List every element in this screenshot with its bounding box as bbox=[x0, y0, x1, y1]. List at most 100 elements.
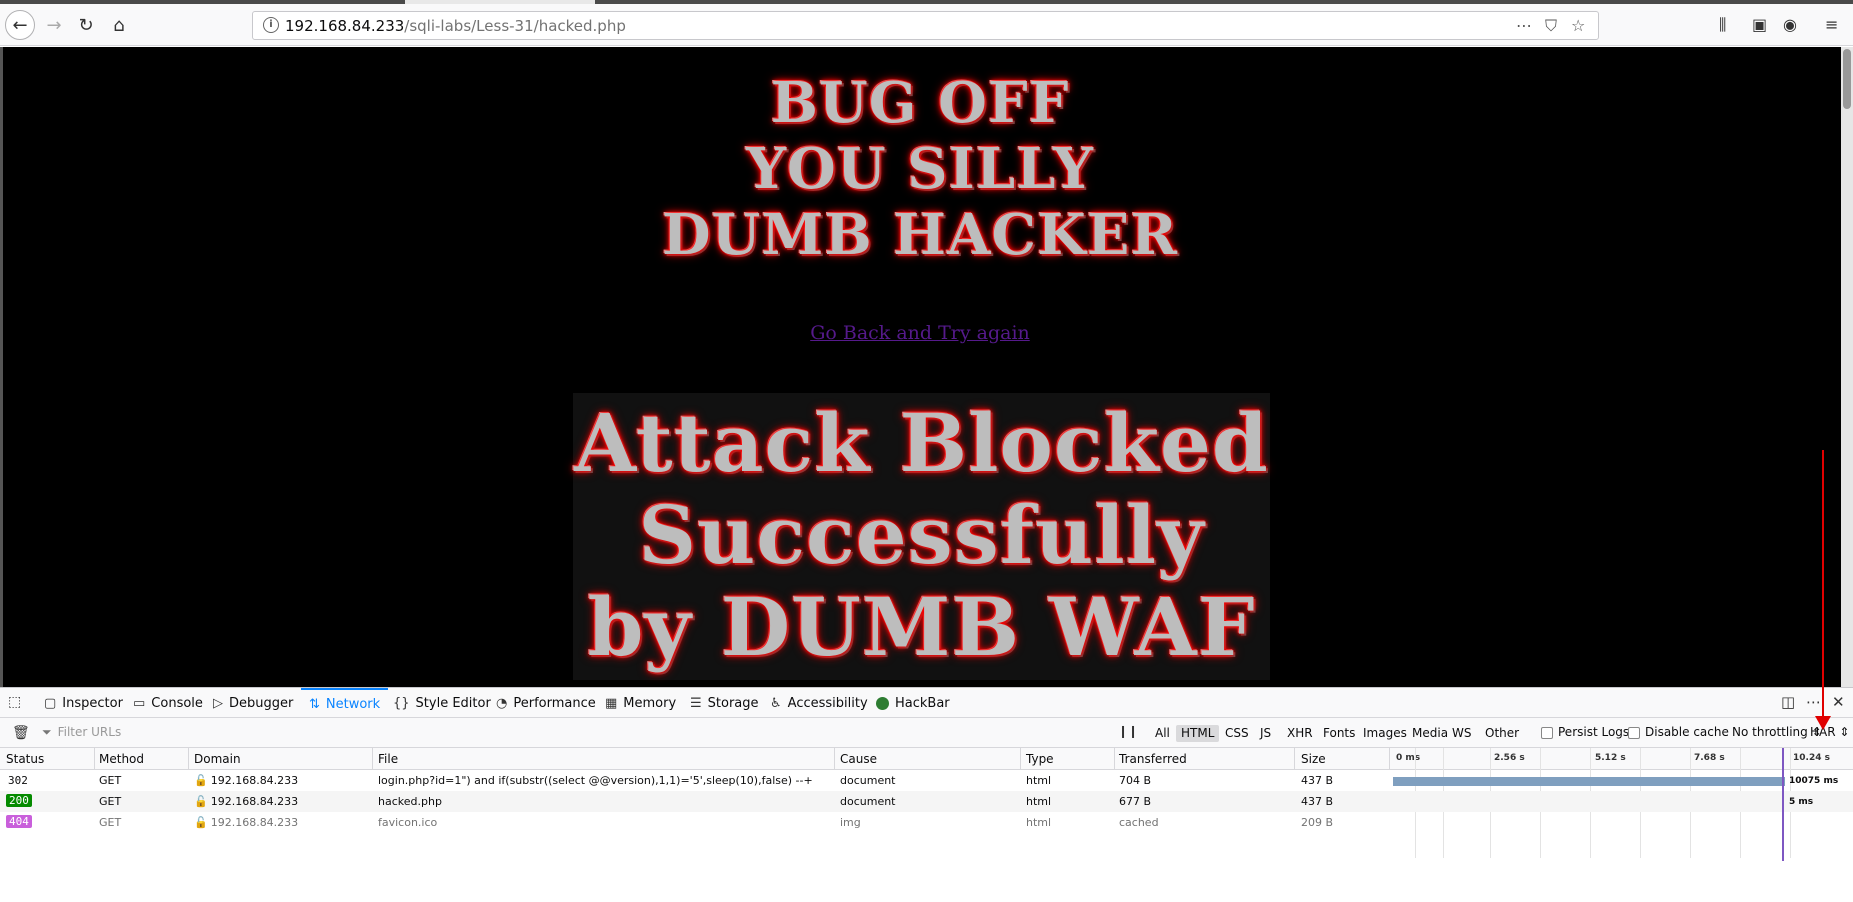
throttling-value: No throttling bbox=[1732, 725, 1808, 739]
url-path: /sqli-labs/Less-31/hacked.php bbox=[404, 17, 626, 35]
tab-console[interactable]: ▭ Console bbox=[133, 688, 203, 718]
col-transferred[interactable]: Transferred bbox=[1119, 752, 1187, 766]
status-code: 302 bbox=[8, 774, 28, 787]
account-icon[interactable]: ◉ bbox=[1783, 15, 1797, 34]
pocket-icon[interactable]: ⛉ bbox=[1545, 16, 1557, 36]
bug-off-banner: BUG OFF YOU SILLY DUMB HACKER bbox=[600, 70, 1240, 268]
filter-css[interactable]: CSS bbox=[1220, 725, 1254, 742]
column-divider[interactable] bbox=[94, 748, 95, 770]
column-divider[interactable] bbox=[372, 748, 373, 770]
forward-button[interactable]: → bbox=[40, 11, 68, 39]
method-cell: GET bbox=[99, 774, 122, 787]
col-file[interactable]: File bbox=[378, 752, 398, 766]
waterfall-time: 10075 ms bbox=[1789, 776, 1839, 786]
filter-other[interactable]: Other bbox=[1480, 725, 1524, 742]
page-actions-icon[interactable]: ⋯ bbox=[1516, 16, 1532, 35]
file-cell: favicon.ico bbox=[378, 816, 438, 829]
url-text[interactable]: 192.168.84.233/sqli-labs/Less-31/hacked.… bbox=[285, 17, 626, 35]
close-devtools-icon[interactable]: ✕ bbox=[1832, 693, 1845, 711]
tab-style-editor[interactable]: {} Style Editor bbox=[393, 688, 491, 718]
scrollbar-thumb[interactable] bbox=[1843, 49, 1851, 109]
pause-icon[interactable]: ❙❙ bbox=[1118, 724, 1138, 738]
column-divider[interactable] bbox=[834, 748, 835, 770]
domain-cell: 🔓 192.168.84.233 bbox=[194, 795, 298, 808]
devtools-panel: ⬚ ▢ Inspector ▭ Console ▷ Debugger ⇅ Network… bbox=[0, 687, 1853, 902]
col-type[interactable]: Type bbox=[1026, 752, 1054, 766]
tab-performance[interactable]: ◔ Performance bbox=[496, 688, 596, 718]
debugger-icon: ▷ bbox=[213, 695, 223, 711]
filter-urls-input[interactable]: ⏷ Filter URLs bbox=[42, 725, 121, 740]
col-cause[interactable]: Cause bbox=[840, 752, 877, 766]
domain-text: 192.168.84.233 bbox=[210, 774, 299, 787]
library-icon[interactable]: ⫼ bbox=[1719, 15, 1726, 35]
disable-cache-label: Disable cache bbox=[1645, 725, 1729, 739]
clear-trash-icon[interactable]: 🗑 bbox=[12, 725, 30, 741]
banner-line: DUMB HACKER bbox=[661, 202, 1179, 268]
browser-window: ← → ↻ ⌂ i 192.168.84.233/sqli-labs/Less-… bbox=[0, 0, 1853, 902]
col-domain[interactable]: Domain bbox=[194, 752, 241, 766]
column-divider[interactable] bbox=[1114, 748, 1115, 770]
info-icon[interactable]: i bbox=[263, 17, 279, 33]
back-button[interactable]: ← bbox=[5, 10, 35, 40]
tab-label: HackBar bbox=[895, 695, 950, 711]
domain-text: 192.168.84.233 bbox=[210, 795, 299, 808]
size-cell: 437 B bbox=[1301, 774, 1334, 787]
col-method[interactable]: Method bbox=[99, 752, 144, 766]
persist-logs-checkbox[interactable] bbox=[1541, 727, 1553, 739]
tab-inspector[interactable]: ▢ Inspector bbox=[44, 688, 123, 718]
disable-cache-checkbox[interactable] bbox=[1628, 727, 1640, 739]
waterfall-time: 5 ms bbox=[1789, 797, 1814, 807]
timeline-tick: 10.24 s bbox=[1793, 753, 1830, 763]
column-divider[interactable] bbox=[1389, 748, 1390, 770]
dock-icon[interactable]: ◫ bbox=[1781, 693, 1795, 711]
banner-line: BUG OFF bbox=[770, 70, 1070, 136]
table-row[interactable]: 302 GET 🔓 192.168.84.233 login.php?id=1")… bbox=[0, 770, 1853, 791]
tab-storage[interactable]: ☰ Storage bbox=[690, 688, 759, 718]
url-host: 192.168.84.233 bbox=[285, 17, 405, 35]
table-row[interactable]: 404 GET 🔓 192.168.84.233 favicon.ico img … bbox=[0, 812, 1853, 833]
filter-all[interactable]: All bbox=[1150, 725, 1175, 742]
more-options-icon[interactable]: ⋯ bbox=[1806, 693, 1821, 711]
url-bar[interactable]: i 192.168.84.233/sqli-labs/Less-31/hacke… bbox=[252, 11, 1599, 40]
domain-cell: 🔓 192.168.84.233 bbox=[194, 816, 298, 829]
column-divider[interactable] bbox=[1020, 748, 1021, 770]
col-size[interactable]: Size bbox=[1301, 752, 1326, 766]
filter-xhr[interactable]: XHR bbox=[1282, 725, 1318, 742]
tab-debugger[interactable]: ▷ Debugger bbox=[213, 688, 293, 718]
col-status[interactable]: Status bbox=[6, 752, 44, 766]
navigation-toolbar: ← → ↻ ⌂ i 192.168.84.233/sqli-labs/Less-… bbox=[0, 4, 1853, 46]
inspector-icon: ▢ bbox=[44, 695, 57, 711]
go-back-link[interactable]: Go Back and Try again bbox=[600, 322, 1240, 344]
sidebar-icon[interactable]: ▣ bbox=[1752, 15, 1767, 34]
tab-accessibility[interactable]: ♿ Accessibility bbox=[770, 688, 868, 718]
home-button[interactable]: ⌂ bbox=[105, 11, 133, 39]
filter-fonts[interactable]: Fonts bbox=[1318, 725, 1360, 742]
type-cell: html bbox=[1026, 774, 1052, 787]
column-divider[interactable] bbox=[188, 748, 189, 770]
reload-button[interactable]: ↻ bbox=[72, 11, 100, 39]
size-cell: 209 B bbox=[1301, 816, 1334, 829]
banner-line: Attack Blocked bbox=[574, 396, 1269, 490]
size-cell: 437 B bbox=[1301, 795, 1334, 808]
tab-label: Network bbox=[325, 696, 381, 712]
insecure-lock-icon: 🔓 bbox=[194, 795, 208, 808]
tab-network[interactable]: ⇅ Network bbox=[301, 688, 389, 718]
filter-images[interactable]: Images bbox=[1358, 725, 1412, 742]
menu-icon[interactable]: ≡ bbox=[1825, 15, 1838, 34]
tab-hackbar[interactable]: HackBar bbox=[876, 688, 950, 718]
column-divider[interactable] bbox=[1294, 748, 1295, 770]
console-icon: ▭ bbox=[133, 695, 146, 711]
element-picker-icon[interactable]: ⬚ bbox=[8, 694, 26, 712]
filter-js[interactable]: JS bbox=[1255, 725, 1276, 742]
tab-label: Accessibility bbox=[787, 695, 868, 711]
tab-label: Storage bbox=[707, 695, 759, 711]
filter-ws[interactable]: WS bbox=[1447, 725, 1476, 742]
bookmark-star-icon[interactable]: ☆ bbox=[1571, 16, 1585, 35]
filter-html[interactable]: HTML bbox=[1176, 725, 1220, 742]
table-row[interactable]: 200 GET 🔓 192.168.84.233 hacked.php docum… bbox=[0, 791, 1853, 812]
throttling-select[interactable]: No throttling ⇕ bbox=[1732, 725, 1822, 739]
page-scrollbar[interactable] bbox=[1841, 47, 1853, 687]
tab-memory[interactable]: ▦ Memory bbox=[605, 688, 676, 718]
status-badge: 200 bbox=[6, 794, 32, 807]
annotation-arrow-head bbox=[1815, 716, 1831, 730]
